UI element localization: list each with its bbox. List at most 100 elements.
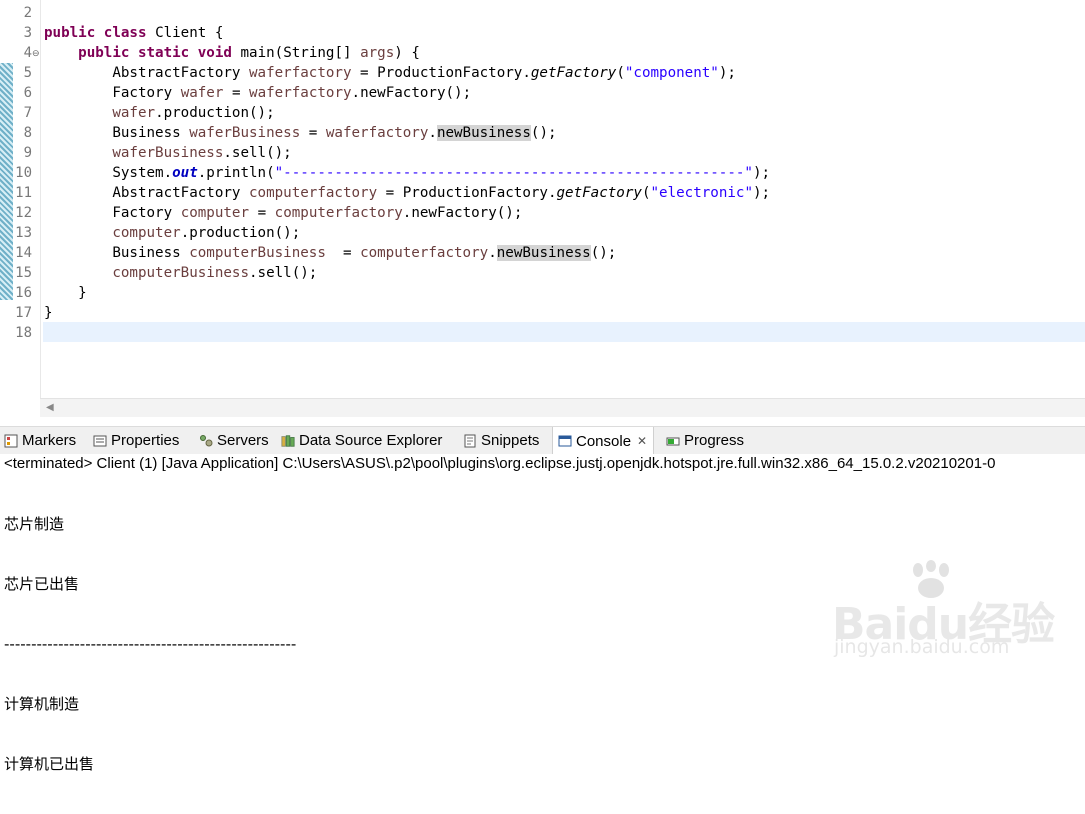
code-text: = ProductionFactory. <box>377 185 557 201</box>
close-icon[interactable]: ✕ <box>637 434 647 448</box>
code-line[interactable]: System.out.println("--------------------… <box>44 163 770 183</box>
code-text: .sell(); <box>249 265 318 281</box>
variable: wafer <box>112 105 156 121</box>
views-tab-bar: Markers Properties Servers Data Source E… <box>0 426 1085 455</box>
tab-label: Servers <box>217 432 269 449</box>
code-text: (); <box>530 125 557 141</box>
code-line[interactable]: Business computerBusiness = computerfact… <box>44 243 616 263</box>
tab-snippets[interactable]: Snippets <box>463 427 539 454</box>
line-number: 4 <box>23 45 32 61</box>
keyword: class <box>103 25 147 41</box>
string-literal: "electronic" <box>650 185 753 201</box>
line-number: 9 <box>23 145 32 161</box>
snippets-icon <box>463 434 477 448</box>
code-text: .println( <box>197 165 275 181</box>
scroll-left-arrow-icon[interactable]: ◀ <box>46 402 54 413</box>
code-text: System. <box>112 165 173 181</box>
line-number: 7 <box>23 105 32 121</box>
code-text: .production(); <box>180 225 301 241</box>
code-line[interactable]: AbstractFactory computerfactory = Produc… <box>44 183 770 203</box>
code-text: } <box>78 285 87 301</box>
line-number: 17 <box>15 305 32 321</box>
tab-properties[interactable]: Properties <box>93 427 179 454</box>
code-text: Factory <box>112 205 181 221</box>
variable: waferfactory <box>249 85 352 101</box>
line-number: 18 <box>15 325 32 341</box>
tab-label: Markers <box>22 432 77 449</box>
variable: waferfactory <box>325 125 429 141</box>
variable: computerfactory <box>360 245 489 261</box>
parameter: args <box>360 45 395 61</box>
code-line[interactable]: Factory wafer = waferfactory.newFactory(… <box>44 83 471 103</box>
console-line: ----------------------------------------… <box>4 635 297 653</box>
keyword: void <box>197 45 232 61</box>
code-text: } <box>44 305 53 321</box>
tab-label: Properties <box>111 432 180 449</box>
code-text: (); <box>590 245 617 261</box>
line-number: 12 <box>15 205 32 221</box>
variable: waferfactory <box>249 65 352 81</box>
code-line[interactable]: public static void main(String[] args) { <box>44 43 420 63</box>
code-line[interactable]: public class Client { <box>44 23 223 43</box>
line-number-gutter: 2 3 4 ⊖ 5 6 7 8 9 10 11 12 13 14 15 16 1… <box>0 0 41 400</box>
horizontal-scrollbar[interactable]: ◀ <box>40 398 1085 417</box>
code-text: ); <box>718 65 736 81</box>
keyword: static <box>137 45 190 61</box>
occurrence-highlight: newBusiness <box>436 125 531 141</box>
properties-icon <box>93 434 107 448</box>
keyword: public <box>44 25 96 41</box>
baidu-watermark: Baidu经验 jingyan.baidu.com <box>832 560 1082 660</box>
code-line[interactable]: } <box>44 283 87 303</box>
data-source-icon <box>281 434 295 448</box>
tab-progress[interactable]: Progress <box>666 427 744 454</box>
keyword: public <box>78 45 130 61</box>
line-number: 13 <box>15 225 32 241</box>
code-text: = ProductionFactory. <box>351 65 531 81</box>
variable: computer <box>112 225 181 241</box>
markers-icon <box>4 434 18 448</box>
code-line[interactable]: waferBusiness.sell(); <box>44 143 291 163</box>
code-text: ( <box>616 65 625 81</box>
line-number: 8 <box>23 125 32 141</box>
line-number: 3 <box>23 25 32 41</box>
string-literal: "component" <box>624 65 719 81</box>
code-editor[interactable]: 2 3 4 ⊖ 5 6 7 8 9 10 11 12 13 14 15 16 1… <box>0 0 1085 417</box>
code-text: .newFactory(); <box>351 85 472 101</box>
fold-collapse-icon[interactable]: ⊖ <box>32 43 40 63</box>
variable: wafer <box>180 85 224 101</box>
code-text: AbstractFactory <box>112 185 250 201</box>
line-number: 11 <box>15 185 32 201</box>
code-text: ); <box>752 185 771 201</box>
code-text: Factory <box>112 85 181 101</box>
code-text: = <box>325 245 361 261</box>
code-line[interactable]: computer.production(); <box>44 223 300 243</box>
code-text: = <box>300 125 326 141</box>
code-text: AbstractFactory <box>112 65 250 81</box>
variable: computerBusiness <box>189 245 326 261</box>
code-text: Business <box>112 245 190 261</box>
code-line[interactable]: AbstractFactory waferfactory = Productio… <box>44 63 736 83</box>
static-field: out <box>172 165 198 181</box>
code-text: ); <box>752 165 771 181</box>
variable: computerfactory <box>274 205 403 221</box>
code-line[interactable]: Factory computer = computerfactory.newFa… <box>44 203 522 223</box>
console-line: 计算机已出售 <box>4 755 95 773</box>
class-name: Client { <box>155 25 224 41</box>
line-number: 5 <box>23 65 32 81</box>
code-line[interactable]: } <box>44 303 53 323</box>
tab-console[interactable]: Console ✕ <box>552 427 655 455</box>
tab-servers[interactable]: Servers <box>199 427 269 454</box>
code-line[interactable]: wafer.production(); <box>44 103 274 123</box>
tab-data-source-explorer[interactable]: Data Source Explorer <box>281 427 442 454</box>
variable: computerfactory <box>249 185 378 201</box>
code-text: .newFactory(); <box>402 205 523 221</box>
tab-label: Snippets <box>481 432 540 449</box>
static-method: getFactory <box>530 65 617 81</box>
variable: computerBusiness <box>112 265 250 281</box>
console-icon <box>558 434 572 448</box>
tab-markers[interactable]: Markers <box>4 427 76 454</box>
code-line[interactable]: Business waferBusiness = waferfactory.ne… <box>44 123 557 143</box>
code-line[interactable]: computerBusiness.sell(); <box>44 263 317 283</box>
console-output[interactable]: 芯片制造 芯片已出售 -----------------------------… <box>4 474 296 814</box>
code-text: . <box>488 245 497 261</box>
